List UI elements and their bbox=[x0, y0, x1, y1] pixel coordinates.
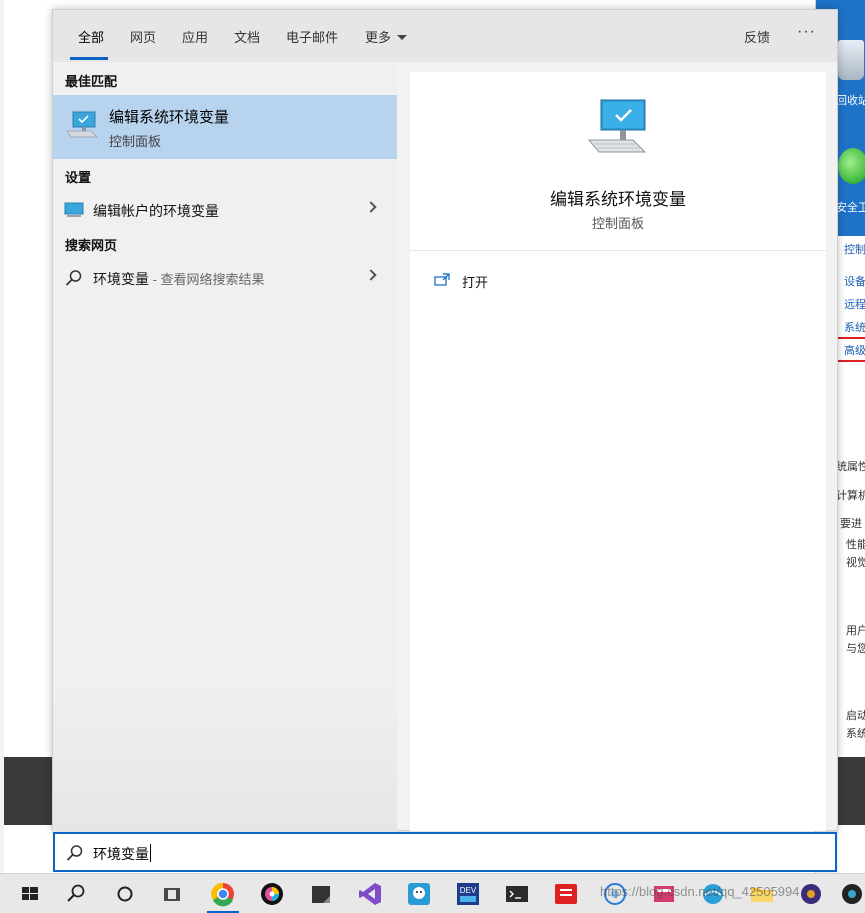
app-icon[interactable] bbox=[797, 880, 825, 908]
bg-line: 性能 bbox=[846, 539, 865, 551]
search-box[interactable]: 环境变量 bbox=[53, 832, 837, 872]
preview-divider bbox=[410, 250, 826, 251]
chevron-right-icon[interactable] bbox=[365, 201, 377, 213]
tab-email[interactable]: 电子邮件 bbox=[286, 27, 338, 46]
color-wheel-icon[interactable] bbox=[258, 880, 286, 908]
open-label: 打开 bbox=[462, 275, 489, 290]
windows-icon[interactable] bbox=[16, 880, 44, 908]
search-icon[interactable] bbox=[62, 880, 90, 908]
dev-cpp-icon[interactable]: DEV bbox=[454, 880, 482, 908]
highlight-line bbox=[838, 360, 865, 362]
text-caret bbox=[150, 844, 151, 862]
bg-line: 系统 bbox=[846, 728, 865, 740]
terminal-icon[interactable] bbox=[503, 880, 531, 908]
svg-text:DEV: DEV bbox=[460, 886, 477, 895]
search-icon bbox=[65, 270, 82, 286]
recycle-bin-icon[interactable] bbox=[838, 40, 864, 80]
search-input[interactable]: 环境变量 bbox=[93, 844, 151, 864]
bg-panel-item[interactable]: 系统 bbox=[844, 319, 865, 335]
chevron-right-icon[interactable] bbox=[365, 269, 377, 281]
computer-monitor-icon bbox=[66, 111, 98, 138]
search-flyout: 全部 网页 应用 文档 电子邮件 更多 反馈 ··· 最佳匹配 编辑系统环境变量… bbox=[52, 9, 838, 831]
bg-props-title: 统属性 bbox=[836, 461, 865, 473]
sticky-notes-icon[interactable] bbox=[307, 880, 335, 908]
bg-panel-item[interactable]: 高级 bbox=[844, 342, 865, 358]
tab-documents[interactable]: 文档 bbox=[234, 27, 260, 46]
search-icon bbox=[66, 845, 83, 861]
preview-subtitle: 控制面板 bbox=[591, 216, 644, 231]
preview-pane: 编辑系统环境变量 控制面板 打开 bbox=[410, 72, 826, 831]
chrome-icon[interactable] bbox=[209, 880, 237, 908]
highlight-line bbox=[838, 337, 865, 339]
tab-all[interactable]: 全部 bbox=[78, 27, 104, 46]
preview-title: 编辑系统环境变量 bbox=[550, 190, 686, 209]
chevron-down-icon bbox=[397, 35, 408, 40]
best-match-item[interactable]: 编辑系统环境变量 控制面板 bbox=[53, 95, 397, 159]
best-match-subtitle: 控制面板 bbox=[109, 134, 162, 149]
recycle-bin-label: 回收站 bbox=[836, 95, 865, 107]
active-tab-indicator bbox=[70, 57, 108, 60]
bg-line: 与您 bbox=[846, 643, 865, 655]
best-match-title: 编辑系统环境变量 bbox=[109, 109, 230, 126]
bg-tab-computer[interactable]: 计算机 bbox=[836, 487, 865, 503]
tab-more-label: 更多 bbox=[365, 30, 392, 45]
section-web: 搜索网页 bbox=[65, 238, 118, 253]
settings-monitor-icon bbox=[64, 202, 84, 217]
section-best-match: 最佳匹配 bbox=[65, 74, 118, 89]
bg-line: 视觉 bbox=[846, 557, 865, 569]
search-query-text: 环境变量 bbox=[93, 846, 149, 862]
bg-line: 启动 bbox=[846, 710, 865, 722]
feedback-button[interactable]: 反馈 bbox=[744, 27, 770, 46]
web-result-query: 环境变量 bbox=[93, 271, 149, 287]
bg-panel-item[interactable]: 设备 bbox=[844, 273, 865, 289]
bg-panel-item[interactable]: 控制 bbox=[844, 241, 865, 257]
task-view-icon[interactable] bbox=[159, 880, 187, 908]
tab-web[interactable]: 网页 bbox=[130, 27, 156, 46]
qq-icon[interactable] bbox=[405, 880, 433, 908]
bg-line: 用户 bbox=[846, 625, 865, 637]
open-icon bbox=[434, 273, 450, 286]
filter-tabs: 全部 网页 应用 文档 电子邮件 更多 反馈 ··· bbox=[53, 10, 837, 62]
section-settings: 设置 bbox=[65, 170, 92, 185]
computer-monitor-icon bbox=[587, 99, 647, 153]
more-options-button[interactable]: ··· bbox=[797, 23, 816, 41]
youdao-icon[interactable] bbox=[552, 880, 580, 908]
settings-result-label: 编辑帐户的环境变量 bbox=[93, 203, 219, 219]
web-result-item[interactable]: 环境变量 - 查看网络搜索结果 bbox=[53, 261, 397, 295]
security-guard-icon[interactable] bbox=[838, 148, 865, 184]
open-action[interactable]: 打开 bbox=[430, 269, 810, 295]
bg-line: 要进 bbox=[840, 518, 862, 530]
visual-studio-icon[interactable] bbox=[356, 880, 384, 908]
web-result-suffix: - 查看网络搜索结果 bbox=[149, 272, 265, 287]
tab-more[interactable]: 更多 bbox=[365, 27, 408, 46]
security-guard-label: 安全卫 bbox=[836, 202, 865, 214]
web-result-label: 环境变量 - 查看网络搜索结果 bbox=[93, 269, 265, 289]
tab-apps[interactable]: 应用 bbox=[182, 27, 208, 46]
watermark: https://blog.csdn.net/qq_42505994 bbox=[600, 884, 800, 899]
app-icon[interactable] bbox=[838, 880, 865, 908]
results-list: 最佳匹配 编辑系统环境变量 控制面板 设置 编辑帐户的环境变量 搜索网页 环境变… bbox=[53, 62, 397, 831]
cortana-icon[interactable] bbox=[111, 880, 139, 908]
bg-panel-item[interactable]: 远程 bbox=[844, 296, 865, 312]
settings-result-item[interactable]: 编辑帐户的环境变量 bbox=[53, 193, 397, 227]
